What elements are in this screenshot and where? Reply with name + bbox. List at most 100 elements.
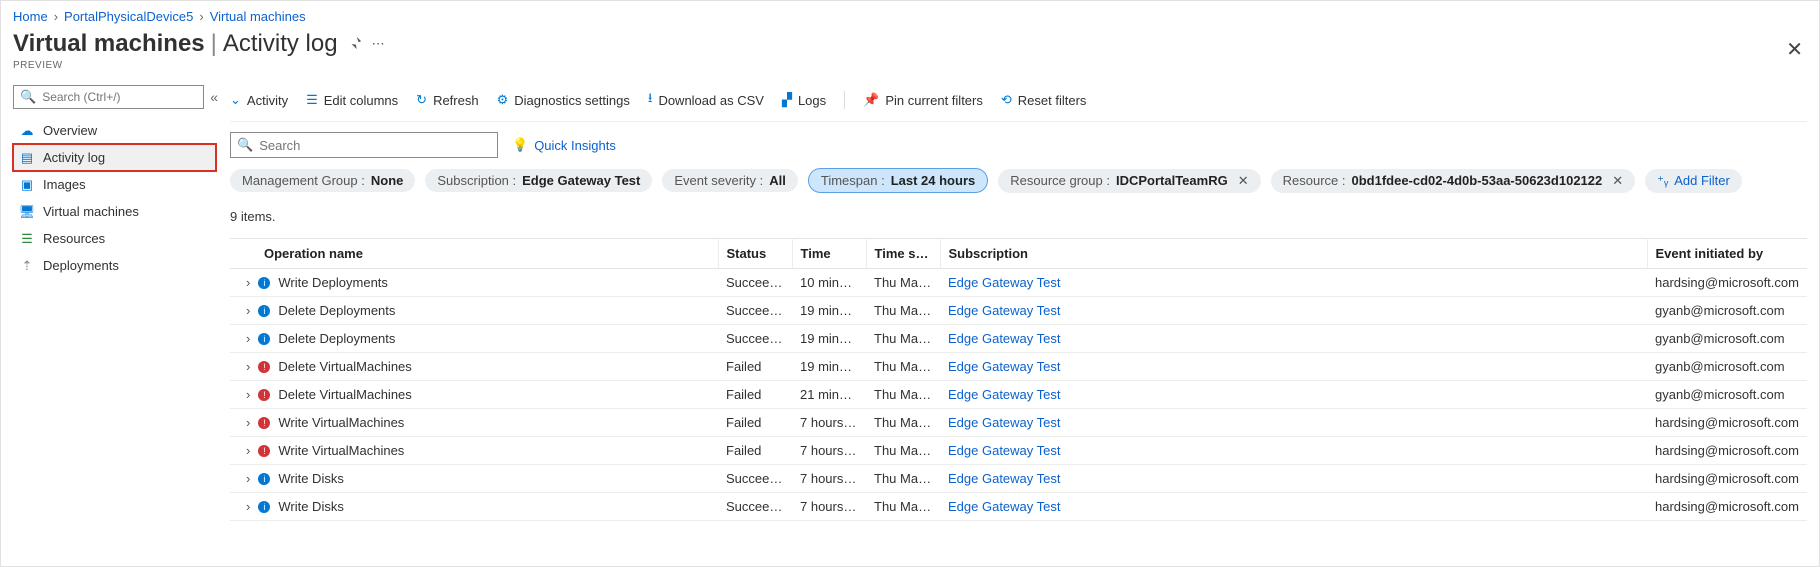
crumb-device[interactable]: PortalPhysicalDevice5 — [64, 9, 193, 24]
status-cell: Succeeded — [718, 465, 792, 493]
subscription-link[interactable]: Edge Gateway Test — [948, 471, 1061, 486]
time-cell: 19 minutes … — [792, 297, 866, 325]
info-icon: i — [258, 501, 270, 513]
info-icon: i — [258, 473, 270, 485]
filter-resource-group[interactable]: Resource group : IDCPortalTeamRG✕ — [998, 169, 1260, 193]
col-event-initiated-by[interactable]: Event initiated by — [1647, 239, 1807, 269]
sidebar-item-overview[interactable]: Overview — [13, 117, 216, 144]
expand-row-icon[interactable]: › — [246, 359, 250, 374]
sidebar-item-images[interactable]: Images — [13, 171, 216, 198]
expand-row-icon[interactable]: › — [246, 303, 250, 318]
main-search[interactable]: 🔍 — [230, 132, 498, 158]
filter-event-severity[interactable]: Event severity : All — [662, 169, 798, 192]
status-cell: Succeeded — [718, 269, 792, 297]
add-filter-button[interactable]: ⁺ᵧAdd Filter — [1645, 169, 1742, 193]
refresh-button[interactable]: ↻Refresh — [416, 92, 478, 108]
initiated-by-cell: hardsing@microsoft.com — [1647, 437, 1807, 465]
diagnostics-button[interactable]: ⚙Diagnostics settings — [497, 92, 630, 108]
filter-bar: Management Group : None Subscription : E… — [230, 168, 1807, 193]
error-icon: ! — [258, 445, 270, 457]
filter-timespan[interactable]: Timespan : Last 24 hours — [808, 168, 988, 193]
subscription-link[interactable]: Edge Gateway Test — [948, 331, 1061, 346]
quick-insights-button[interactable]: 💡 Quick Insights — [512, 137, 616, 153]
table-row[interactable]: ›iDelete DeploymentsSucceeded19 minutes … — [230, 325, 1807, 353]
title-separator: | — [211, 30, 217, 58]
status-cell: Succeeded — [718, 297, 792, 325]
remove-filter-icon[interactable]: ✕ — [1238, 173, 1249, 189]
pin-icon: 📌 — [863, 92, 879, 108]
operation-name: Write Deployments — [278, 275, 388, 290]
filter-subscription[interactable]: Subscription : Edge Gateway Test — [425, 169, 652, 192]
initiated-by-cell: hardsing@microsoft.com — [1647, 493, 1807, 521]
col-status[interactable]: Status — [718, 239, 792, 269]
subscription-link[interactable]: Edge Gateway Test — [948, 387, 1061, 402]
edit-columns-button[interactable]: ☰Edit columns — [306, 92, 398, 108]
operation-name: Delete Deployments — [278, 303, 395, 318]
reset-filters-button[interactable]: ⟲Reset filters — [1001, 92, 1087, 108]
error-icon: ! — [258, 361, 270, 373]
expand-row-icon[interactable]: › — [246, 415, 250, 430]
logs-button[interactable]: ▞Logs — [782, 92, 826, 108]
table-row[interactable]: ›!Write VirtualMachinesFailed7 hours ago… — [230, 437, 1807, 465]
expand-row-icon[interactable]: › — [246, 499, 250, 514]
timestamp-cell: Thu May 27… — [866, 493, 940, 521]
col-time[interactable]: Time — [792, 239, 866, 269]
refresh-icon: ↻ — [416, 92, 427, 108]
crumb-home[interactable]: Home — [13, 9, 48, 24]
sidebar-search-input[interactable] — [42, 90, 197, 104]
sidebar-search[interactable]: 🔍 — [13, 85, 204, 109]
table-row[interactable]: ›iWrite DisksSucceeded7 hours agoThu May… — [230, 493, 1807, 521]
sidebar-item-label: Deployments — [43, 258, 119, 273]
more-icon[interactable]: ⋯ — [372, 36, 385, 52]
timestamp-cell: Thu May 27… — [866, 353, 940, 381]
expand-row-icon[interactable]: › — [246, 471, 250, 486]
table-row[interactable]: › i Delete Deployments Succeeded19 minutes … — [230, 297, 1807, 325]
table-row[interactable]: ›!Write VirtualMachinesFailed7 hours ago… — [230, 409, 1807, 437]
download-csv-button[interactable]: ⭳Download as CSV — [648, 89, 764, 111]
table-row[interactable]: ›!Delete VirtualMachinesFailed19 minutes… — [230, 353, 1807, 381]
close-icon[interactable]: ✕ — [1786, 37, 1803, 62]
expand-row-icon[interactable]: › — [246, 443, 250, 458]
expand-row-icon[interactable]: › — [246, 387, 250, 402]
activity-toggle[interactable]: ⌄Activity — [230, 92, 288, 108]
main-search-input[interactable] — [259, 138, 491, 153]
subscription-link[interactable]: Edge Gateway Test — [948, 303, 1061, 318]
subscription-link[interactable]: Edge Gateway Test — [948, 499, 1061, 514]
pin-icon[interactable] — [348, 36, 362, 53]
breadcrumb: Home › PortalPhysicalDevice5 › Virtual m… — [13, 9, 1807, 24]
lightbulb-icon: 💡 — [512, 137, 528, 153]
sidebar-item-resources[interactable]: Resources — [13, 225, 216, 252]
sidebar-item-virtual-machines[interactable]: Virtual machines — [13, 198, 216, 225]
time-cell: 7 hours ago — [792, 409, 866, 437]
info-icon: i — [258, 305, 270, 317]
expand-row-icon[interactable]: › — [246, 331, 250, 346]
table-row[interactable]: ›iWrite DeploymentsSucceeded10 minutes …… — [230, 269, 1807, 297]
col-subscription[interactable]: Subscription — [940, 239, 1647, 269]
logs-icon: ▞ — [782, 92, 792, 108]
collapse-sidebar-icon[interactable]: « — [210, 89, 218, 105]
remove-filter-icon[interactable]: ✕ — [1612, 173, 1623, 189]
operation-name: Delete Deployments — [278, 331, 395, 346]
col-timestamp[interactable]: Time stamp — [866, 239, 940, 269]
status-cell: Succeeded — [718, 325, 792, 353]
filter-resource[interactable]: Resource : 0bd1fdee-cd02-4d0b-53aa-50623… — [1271, 169, 1636, 193]
pin-filters-button[interactable]: 📌Pin current filters — [863, 92, 983, 108]
col-operation-name[interactable]: Operation name — [230, 239, 718, 269]
table-row[interactable]: ›iWrite DisksSucceeded7 hours agoThu May… — [230, 465, 1807, 493]
table-row[interactable]: ›!Delete VirtualMachinesFailed21 minutes… — [230, 381, 1807, 409]
crumb-virtualmachines[interactable]: Virtual machines — [210, 9, 306, 24]
sidebar-item-deployments[interactable]: Deployments — [13, 252, 216, 279]
filter-management-group[interactable]: Management Group : None — [230, 169, 415, 192]
info-icon: i — [258, 277, 270, 289]
subscription-link[interactable]: Edge Gateway Test — [948, 443, 1061, 458]
columns-icon: ☰ — [306, 92, 318, 108]
subscription-link[interactable]: Edge Gateway Test — [948, 275, 1061, 290]
timestamp-cell: Thu May 27… — [866, 297, 940, 325]
expand-row-icon[interactable]: › — [246, 275, 250, 290]
timestamp-cell: Thu May 27… — [866, 465, 940, 493]
subscription-link[interactable]: Edge Gateway Test — [948, 359, 1061, 374]
subscription-link[interactable]: Edge Gateway Test — [948, 415, 1061, 430]
sidebar-item-label: Activity log — [43, 150, 105, 165]
error-icon: ! — [258, 417, 270, 429]
sidebar-item-activity-log[interactable]: Activity log — [13, 144, 216, 171]
